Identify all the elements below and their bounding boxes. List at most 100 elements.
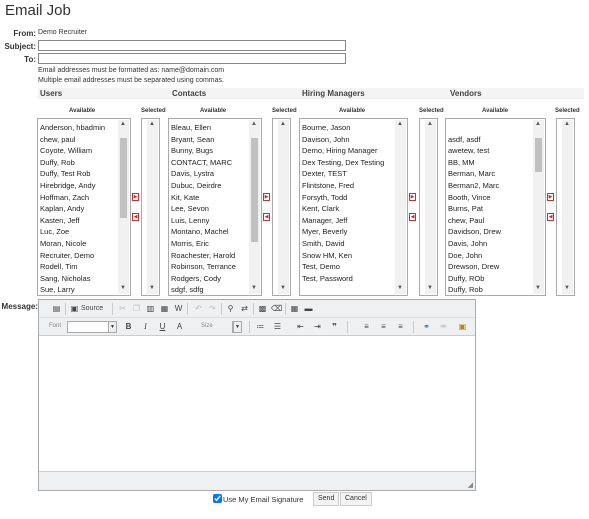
users-selected-list[interactable]: ▲ ▼ — [141, 118, 160, 296]
size-select[interactable]: ▼ — [232, 321, 242, 333]
vendors-list-scrollbar[interactable]: ▲ ▼ — [533, 120, 544, 294]
send-button[interactable]: Send — [313, 492, 340, 506]
contacts-selected-list[interactable]: ▲ ▼ — [272, 118, 291, 296]
list-item[interactable]: Forsyth, Todd — [302, 192, 393, 204]
list-item[interactable]: Bunny, Bugs — [171, 145, 247, 157]
list-item[interactable]: Davison, John — [302, 134, 393, 146]
list-item[interactable]: Snow HM, Ken — [302, 250, 393, 262]
align-right-icon[interactable]: ≡ — [395, 321, 406, 332]
list-item[interactable]: Anderson, hbadmin — [40, 122, 116, 134]
text-color-icon[interactable]: A — [174, 321, 185, 332]
list-item[interactable]: Bleau, Ellen — [171, 122, 247, 134]
list-item[interactable]: Kaplan, Andy — [40, 203, 116, 215]
hiring-managers-list-scrollbar[interactable]: ▲ ▼ — [395, 120, 406, 294]
copy-icon[interactable]: ❐ — [131, 303, 142, 314]
list-item[interactable]: Burns, Pat — [448, 203, 531, 215]
vendors-available-list[interactable]: asdf, asdf awetew, test BB, MM Berman, Marc… — [445, 118, 546, 296]
list-item[interactable]: Test, Password — [302, 273, 393, 285]
list-item[interactable]: Luc, Zoe — [40, 226, 116, 238]
list-item[interactable]: Hoffman, Zach — [40, 192, 116, 204]
list-item[interactable]: Davis, Lystra — [171, 168, 247, 180]
contacts-list-scrollbar[interactable]: ▲ ▼ — [249, 120, 260, 294]
numbered-list-icon[interactable]: ≔ — [255, 321, 266, 332]
contacts-available-list[interactable]: Bleau, Ellen Bryant, Sean Bunny, Bugs CONTA… — [168, 118, 262, 296]
list-item[interactable]: Kit, Kate — [171, 192, 247, 204]
list-item[interactable]: Davidson, Drew — [448, 226, 531, 238]
paste-icon[interactable]: ▥ — [145, 303, 156, 314]
bulleted-list-icon[interactable]: ☰ — [272, 321, 283, 332]
list-item[interactable]: Recruiter, Demo — [40, 250, 116, 262]
list-item[interactable]: Berman, Marc — [448, 168, 531, 180]
list-item[interactable]: Myer, Beverly — [302, 226, 393, 238]
list-item[interactable]: Flintstone, Fred — [302, 180, 393, 192]
list-item[interactable]: Booth, Vince — [448, 192, 531, 204]
replace-icon[interactable]: ⇄ — [239, 303, 250, 314]
list-item[interactable]: Rodgers, Cody — [171, 273, 247, 285]
list-item[interactable]: Dex Testing, Dex Testing — [302, 157, 393, 169]
italic-icon[interactable]: I — [140, 321, 151, 332]
scroll-down-icon[interactable]: ▼ — [149, 285, 155, 291]
scroll-down-icon[interactable]: ▼ — [251, 285, 257, 291]
list-item[interactable]: Morris, Eric — [171, 238, 247, 250]
scroll-up-icon[interactable]: ▲ — [427, 121, 433, 127]
find-icon[interactable]: ⚲ — [225, 303, 236, 314]
remove-vendor-button[interactable]: ◀ — [547, 213, 554, 221]
table-icon[interactable]: ▦ — [289, 303, 300, 314]
users-list-scrollbar[interactable]: ▲ ▼ — [118, 120, 129, 294]
add-hiring-manager-button[interactable]: ▶ — [409, 193, 416, 201]
list-item[interactable]: Sang, Nicholas — [40, 273, 116, 285]
list-item[interactable]: Dubuc, Deirdre — [171, 180, 247, 192]
align-center-icon[interactable]: ≡ — [378, 321, 389, 332]
subject-input[interactable] — [38, 40, 346, 51]
to-input[interactable] — [38, 53, 346, 64]
list-item[interactable]: Test, Demo — [302, 261, 393, 273]
unlink-icon[interactable]: ⚮ — [438, 321, 449, 332]
vendors-selected-list[interactable]: ▲ ▼ — [556, 118, 575, 296]
image-icon[interactable]: ▣ — [457, 321, 468, 332]
add-vendor-button[interactable]: ▶ — [547, 193, 554, 201]
list-item[interactable]: Bourne, Jason — [302, 122, 393, 134]
list-item[interactable]: sdgf, sdfg — [171, 284, 247, 295]
list-item[interactable]: Luis, Lenny — [171, 215, 247, 227]
list-item[interactable] — [448, 122, 531, 134]
list-item[interactable]: CONTACT, MARC — [171, 157, 247, 169]
hiring-managers-selected-list[interactable]: ▲ ▼ — [419, 118, 438, 296]
remove-hiring-manager-button[interactable]: ◀ — [409, 213, 416, 221]
scroll-up-icon[interactable]: ▲ — [535, 121, 541, 127]
list-item[interactable]: Moran, Nicole — [40, 238, 116, 250]
list-item[interactable]: Montano, Machel — [171, 226, 247, 238]
scroll-up-icon[interactable]: ▲ — [397, 121, 403, 127]
list-item[interactable]: Duffy, ROb — [448, 273, 531, 285]
add-contact-button[interactable]: ▶ — [263, 193, 270, 201]
list-item[interactable]: Robinson, Terrance — [171, 261, 247, 273]
users-available-list[interactable]: Anderson, hbadmin chew, paul Coyote, Willi… — [37, 118, 131, 296]
source-button[interactable]: Source — [81, 305, 103, 312]
list-item[interactable]: Demo, Hiring Manager — [302, 145, 393, 157]
horizontal-rule-icon[interactable]: ▬ — [303, 303, 314, 314]
align-left-icon[interactable]: ≡ — [361, 321, 372, 332]
message-body[interactable] — [39, 337, 475, 471]
scroll-up-icon[interactable]: ▲ — [564, 121, 570, 127]
remove-user-button[interactable]: ◀ — [132, 213, 139, 221]
select-all-icon[interactable]: ▩ — [257, 303, 268, 314]
list-item[interactable]: chew, paul — [40, 134, 116, 146]
list-item[interactable]: Smith, David — [302, 238, 393, 250]
indent-icon[interactable]: ⇥ — [312, 321, 323, 332]
scroll-up-icon[interactable]: ▲ — [120, 121, 126, 127]
paste-word-icon[interactable]: W — [173, 303, 184, 314]
list-item[interactable]: chew, Paul — [448, 215, 531, 227]
list-item[interactable]: Roachester, Harold — [171, 250, 247, 262]
list-item[interactable]: Hirebridge, Andy — [40, 180, 116, 192]
bold-icon[interactable]: B — [123, 321, 134, 332]
list-item[interactable]: Berman2, Marc — [448, 180, 531, 192]
list-item[interactable]: Dexter, TEST — [302, 168, 393, 180]
scroll-down-icon[interactable]: ▼ — [120, 285, 126, 291]
message-editor[interactable]: ▤ ▣ Source ✂ ❐ ▥ ▦ W ↶ ↷ ⚲ ⇄ ▩ ⌫ ▦ ▬ Fon… — [38, 299, 476, 491]
source-icon[interactable]: ▣ — [69, 303, 80, 314]
blockquote-icon[interactable]: ❞ — [329, 321, 340, 332]
link-icon[interactable]: ⚭ — [421, 321, 432, 332]
remove-format-icon[interactable]: ⌫ — [271, 303, 282, 314]
list-item[interactable]: Duffy, Rob — [40, 157, 116, 169]
scroll-down-icon[interactable]: ▼ — [397, 285, 403, 291]
cancel-button[interactable]: Cancel — [340, 492, 372, 506]
